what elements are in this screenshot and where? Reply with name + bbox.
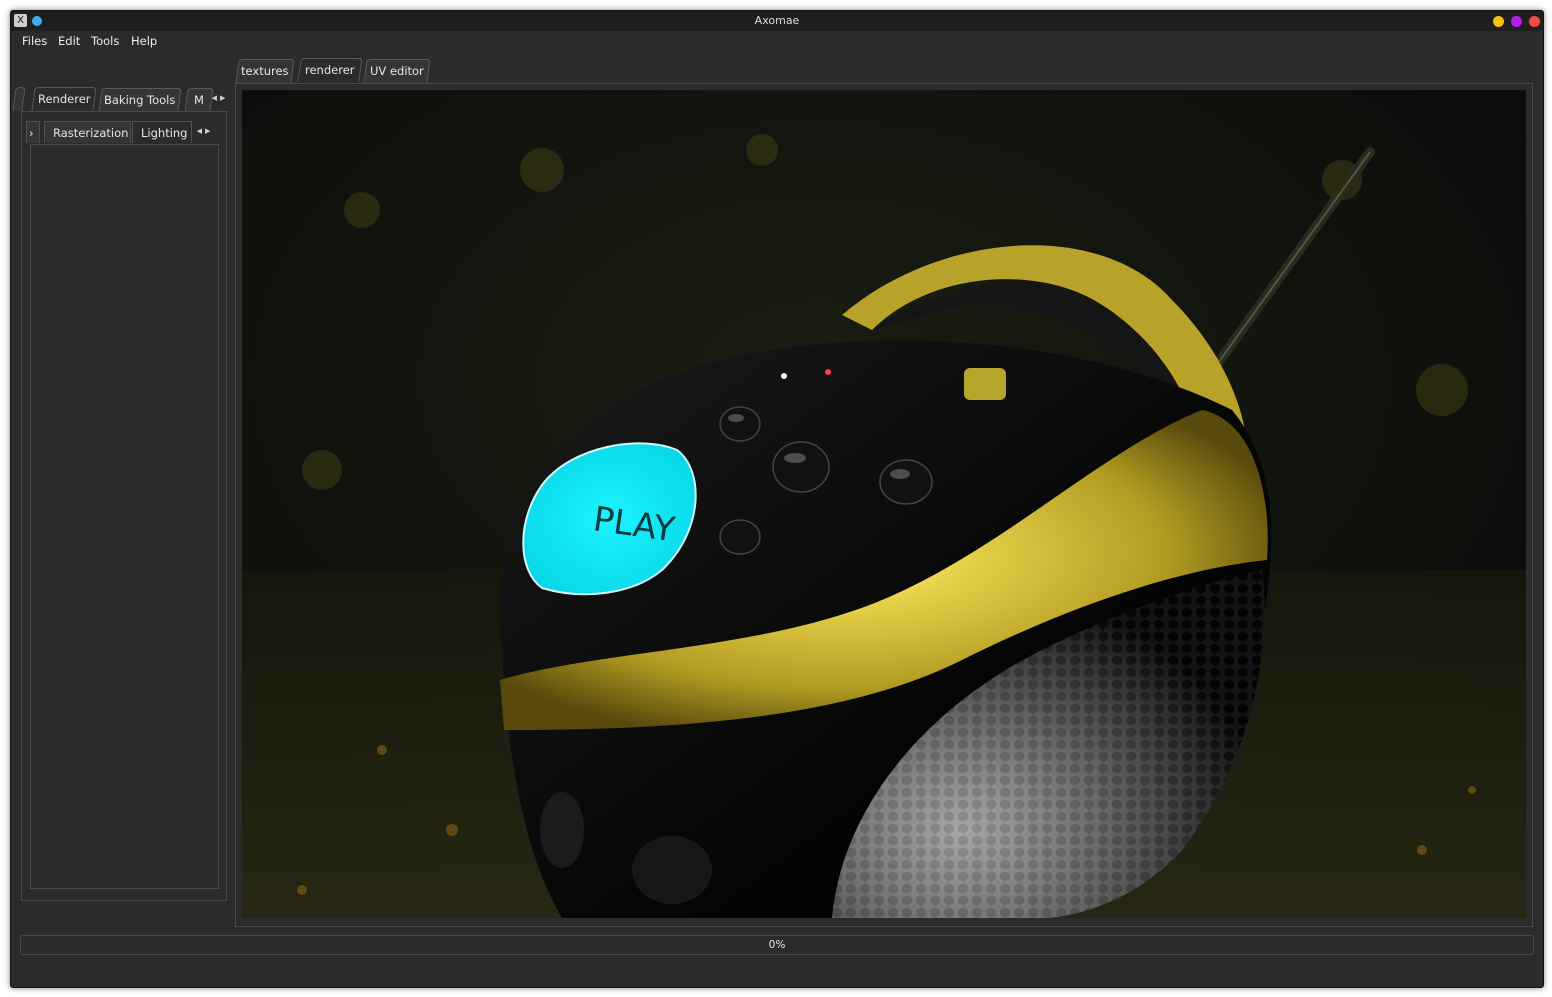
renderer-pane: › Rasterization Lighting ◀▶ (21, 111, 227, 901)
main-area: textures renderer UV editor PLAY (235, 57, 1541, 927)
menu-files[interactable]: Files (22, 34, 47, 48)
tab-scroll-arrows[interactable]: ◀▶ (209, 88, 231, 108)
lighting-pane (30, 144, 219, 889)
maximize-button[interactable] (1511, 16, 1522, 27)
rendered-scene: PLAY (242, 90, 1526, 918)
render-viewport[interactable]: PLAY (242, 90, 1526, 918)
tab-renderer[interactable]: Renderer (31, 87, 97, 111)
progress-bar: 0% (20, 935, 1534, 955)
minimize-button[interactable] (1493, 16, 1504, 27)
menu-edit[interactable]: Edit (58, 34, 80, 48)
left-dock: Renderer Baking Tools M ◀▶ › Rasterizati… (12, 83, 231, 901)
close-button[interactable] (1529, 16, 1540, 27)
title-bar: X Axomae (11, 11, 1543, 31)
subtab-scroll-arrows[interactable]: ◀▶ (194, 121, 216, 141)
tab-textures[interactable]: textures (235, 59, 295, 83)
renderer-frame: PLAY (235, 83, 1533, 927)
tab-renderer-main[interactable]: renderer (297, 58, 363, 82)
menu-tools[interactable]: Tools (91, 34, 119, 48)
menu-bar: Files Edit Tools Help (11, 31, 1543, 51)
tab-baking-tools[interactable]: Baking Tools (98, 88, 182, 112)
subtab-hidden-left[interactable]: › (26, 121, 40, 143)
window-title: Axomae (754, 14, 800, 27)
subtab-lighting[interactable]: Lighting (132, 121, 192, 143)
subtab-rasterization[interactable]: Rasterization (44, 121, 131, 143)
menu-help[interactable]: Help (131, 34, 157, 48)
app-window: X Axomae Files Edit Tools Help Renderer … (10, 10, 1544, 988)
tab-uv-editor[interactable]: UV editor (363, 59, 431, 83)
tab-hidden-left[interactable] (12, 87, 26, 111)
progress-label: 0% (768, 939, 786, 951)
